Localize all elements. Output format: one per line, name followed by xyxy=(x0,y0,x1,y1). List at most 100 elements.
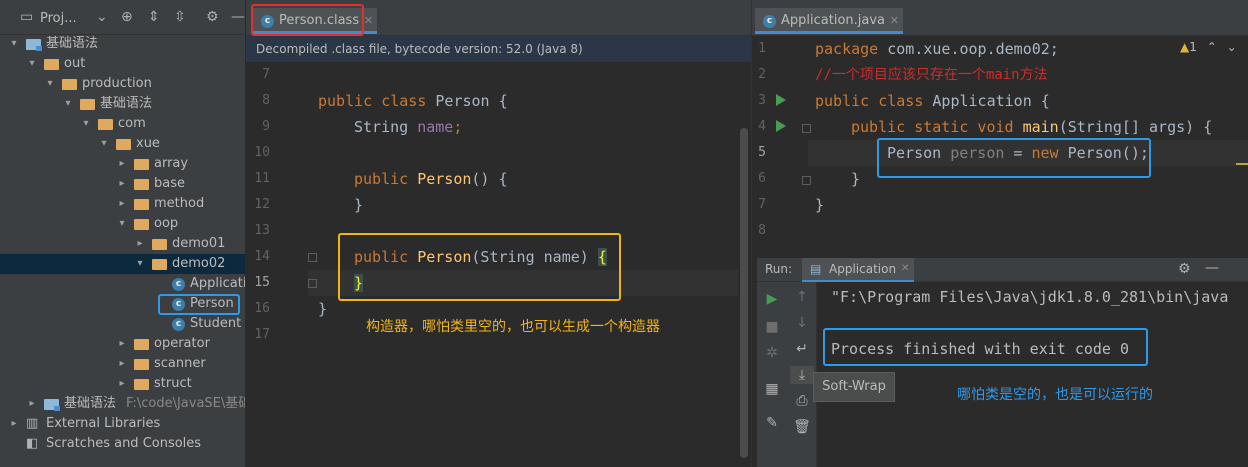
tree-item-label: operator xyxy=(154,336,210,351)
code-line-9: String name; xyxy=(354,118,463,136)
project-toolbar: ▭ Proj... ⌄ ⊕ ⇕ ⇳ ⚙ — xyxy=(0,0,245,35)
tree-item[interactable]: ▸ demo01 xyxy=(0,234,245,254)
tree-item[interactable]: ▾ out xyxy=(0,54,245,74)
folder-icon xyxy=(134,339,149,350)
scroll-to-end-icon[interactable]: ⤓ xyxy=(790,366,814,384)
gear-icon[interactable]: ⚙ xyxy=(206,9,219,25)
folder-icon xyxy=(134,199,149,210)
line-number: 8 xyxy=(262,93,270,108)
fold-marker[interactable] xyxy=(802,124,811,133)
line-number: 12 xyxy=(254,197,270,212)
code-line-11: public Person() { xyxy=(354,170,508,188)
close-icon[interactable]: ✕ xyxy=(890,8,899,34)
run-gutter-icon[interactable] xyxy=(776,120,786,132)
chevron-down-icon[interactable]: ▾ xyxy=(44,74,56,94)
fold-marker[interactable] xyxy=(308,253,317,262)
line-number: 7 xyxy=(758,197,766,212)
line-number: 4 xyxy=(758,119,766,134)
minimize-icon[interactable]: — xyxy=(1205,260,1219,276)
tree-item[interactable]: c Applicatio xyxy=(0,274,245,294)
folder-icon xyxy=(152,239,167,250)
fold-marker[interactable] xyxy=(802,176,811,185)
chevron-down-icon[interactable]: ▾ xyxy=(134,254,146,274)
line-number: 9 xyxy=(262,119,270,134)
minimize-icon[interactable]: — xyxy=(231,9,245,25)
tree-item[interactable]: ▸ scanner xyxy=(0,354,245,374)
code-line-6: } xyxy=(851,170,861,188)
tree-item[interactable]: ▸ ▥ External Libraries xyxy=(0,414,245,434)
arrow-up-icon[interactable]: ↑ xyxy=(787,288,817,306)
tree-item[interactable]: c Student xyxy=(0,314,245,334)
line-number: 3 xyxy=(758,93,766,108)
run-tab-application[interactable]: ▤ Application ✕ xyxy=(802,258,914,282)
collapse-all-icon[interactable]: ⇳ xyxy=(174,9,186,25)
tree-item[interactable]: ▾ demo02 xyxy=(0,254,245,274)
layout-icon[interactable]: ▦ xyxy=(757,380,787,398)
chevron-down-icon[interactable]: ⌄ xyxy=(96,9,108,25)
editor-application-java[interactable]: c Application.java ✕ 1 2 3 4 5 6 7 8 ▲1 ⌃ ⌄ pac… xyxy=(752,0,1248,258)
tree-item-path: F:\code\JavaSE\基础语法 xyxy=(126,396,245,411)
arrow-down-icon[interactable]: ↓ xyxy=(787,314,817,332)
chevron-right-icon[interactable]: ▸ xyxy=(134,234,146,254)
tree-item[interactable]: ▾ xue xyxy=(0,134,245,154)
tree-item[interactable]: ▸ base xyxy=(0,174,245,194)
chevron-down-icon[interactable]: ▾ xyxy=(26,54,38,74)
module-folder-icon xyxy=(44,399,60,411)
close-icon[interactable]: ✕ xyxy=(364,8,373,34)
tree-item[interactable]: ▸ array xyxy=(0,154,245,174)
line-number: 14 xyxy=(254,249,270,264)
tree-item[interactable]: ▸ struct xyxy=(0,374,245,394)
gear-icon[interactable]: ⚙ xyxy=(1178,261,1191,277)
tab-label: Application.java xyxy=(781,13,886,28)
soft-wrap-icon[interactable]: ↵ xyxy=(787,340,817,358)
tree-item-label: out xyxy=(64,56,86,71)
tree-item[interactable]: ▾ 基础语法 xyxy=(0,34,245,54)
tree-item[interactable]: ▾ com xyxy=(0,114,245,134)
code-line-7: } xyxy=(815,196,825,214)
tree-item[interactable]: ▾ oop xyxy=(0,214,245,234)
chevron-down-icon[interactable]: ▾ xyxy=(116,214,128,234)
folder-icon xyxy=(116,139,131,150)
chevron-down-icon[interactable]: ▾ xyxy=(62,94,74,114)
tree-item[interactable]: ▾ 基础语法 xyxy=(0,94,245,114)
rerun-icon[interactable]: ▶ xyxy=(757,290,787,308)
run-gutter-icon[interactable] xyxy=(776,94,786,106)
expand-all-icon[interactable]: ⇕ xyxy=(148,9,160,25)
debug-icon[interactable]: ✲ xyxy=(757,344,787,362)
warning-marker[interactable] xyxy=(1236,163,1248,165)
fold-marker[interactable] xyxy=(308,279,317,288)
chevron-down-icon[interactable]: ▾ xyxy=(98,134,110,154)
locate-icon[interactable]: ⊕ xyxy=(121,9,133,25)
chevron-down-icon[interactable]: ▾ xyxy=(80,114,92,134)
chevron-right-icon[interactable]: ▸ xyxy=(116,354,128,374)
tree-item[interactable]: ◧ Scratches and Consoles xyxy=(0,434,245,454)
tree-item-label: External Libraries xyxy=(46,416,161,431)
project-view-icon[interactable]: ▭ xyxy=(20,9,33,25)
tree-item-label: demo01 xyxy=(172,236,226,251)
stop-icon[interactable]: ■ xyxy=(757,318,787,336)
tree-item-label: 基础语法 xyxy=(46,36,99,51)
project-view-title[interactable]: Proj... xyxy=(40,11,77,26)
chevron-right-icon[interactable]: ▸ xyxy=(116,194,128,214)
chevron-right-icon[interactable]: ▸ xyxy=(116,374,128,394)
tree-item[interactable]: ▸ method xyxy=(0,194,245,214)
chevron-right-icon[interactable]: ▸ xyxy=(8,414,20,434)
tab-application-java[interactable]: c Application.java ✕ xyxy=(755,8,904,34)
tree-item[interactable]: ▾ production xyxy=(0,74,245,94)
pin-icon[interactable]: ✎ xyxy=(757,414,787,432)
chevron-right-icon[interactable]: ▸ xyxy=(116,174,128,194)
inspection-widget[interactable]: ▲1 ⌃ ⌄ xyxy=(1180,40,1237,54)
close-icon[interactable]: ✕ xyxy=(901,263,909,274)
chevron-right-icon[interactable]: ▸ xyxy=(116,334,128,354)
tree-item-label: base xyxy=(154,176,185,191)
tree-item[interactable]: ▸ operator xyxy=(0,334,245,354)
chevron-right-icon[interactable]: ▸ xyxy=(26,394,38,414)
run-toolbar-left: ▶ ■ ✲ ▦ ✎ xyxy=(757,282,787,467)
tree-item-label: demo02 xyxy=(172,256,226,271)
tree-item-label: array xyxy=(154,156,189,171)
chevron-right-icon[interactable]: ▸ xyxy=(116,154,128,174)
editor-person-class[interactable]: c Person.class ✕ Decompiled .class file,… xyxy=(246,0,751,467)
tree-item[interactable]: ▸ 基础语法 F:\code\JavaSE\基础语法 xyxy=(0,394,245,414)
chevron-down-icon[interactable]: ▾ xyxy=(8,34,20,54)
trash-icon[interactable]: 🗑 xyxy=(787,418,817,436)
